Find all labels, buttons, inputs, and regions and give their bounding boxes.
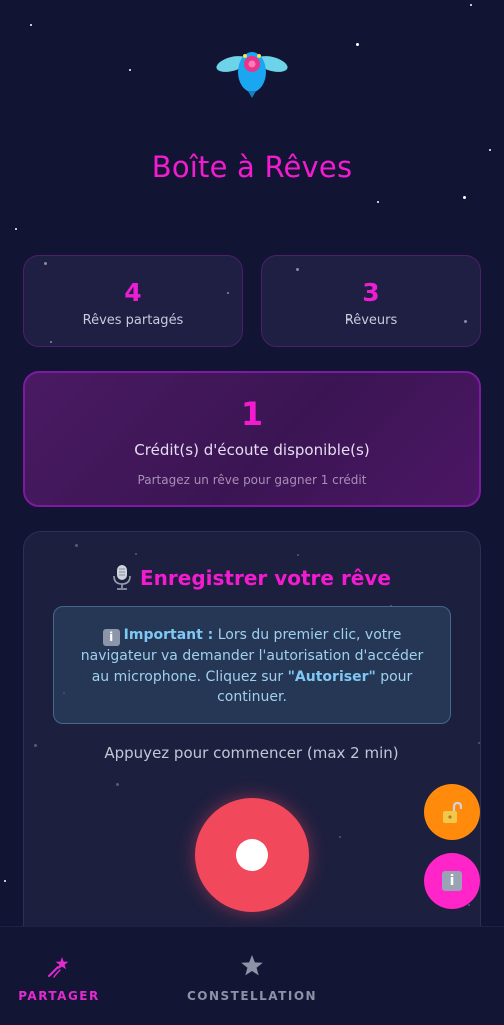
bottom-navigation: PARTAGER CONSTELLATION — [0, 926, 504, 1025]
nav-item-constellation[interactable]: CONSTELLATION — [170, 927, 334, 1025]
info-strong: Important : — [123, 627, 214, 643]
record-button[interactable] — [195, 798, 309, 912]
nav-label: CONSTELLATION — [186, 989, 318, 1003]
page-title: Boîte à Rêves — [151, 150, 353, 184]
credits-value: 1 — [240, 395, 264, 433]
stat-card-dreamers: 3 Rêveurs — [261, 255, 481, 347]
unlocked-padlock-icon — [442, 801, 463, 823]
stat-card-dreams: 4 Rêves partagés — [23, 255, 243, 347]
record-dot-icon — [236, 839, 268, 871]
info-icon: i — [442, 871, 462, 891]
unlock-button[interactable] — [424, 784, 480, 840]
nav-label: PARTAGER — [18, 989, 100, 1003]
info-square-icon: i — [102, 629, 120, 646]
info-quote: "Autoriser" — [287, 668, 376, 685]
shooting-star-icon — [46, 953, 72, 979]
record-title-text: Enregistrer votre rêve — [140, 566, 391, 590]
record-prompt: Appuyez pour commencer (max 2 min) — [104, 744, 399, 762]
credits-card: 1 Crédit(s) d'écoute disponible(s) Parta… — [23, 371, 481, 507]
info-button[interactable]: i — [424, 853, 480, 909]
stat-value: 4 — [124, 278, 142, 307]
record-heading: Enregistrer votre rêve — [24, 564, 479, 590]
nav-item-partager[interactable]: PARTAGER — [0, 927, 118, 1025]
microphone-icon — [112, 564, 132, 590]
credits-hint: Partagez un rêve pour gagner 1 crédit — [137, 473, 367, 487]
microphone-info-box: i Important : Lors du premier clic, votre… — [53, 606, 451, 724]
credits-label: Crédit(s) d'écoute disponible(s) — [134, 441, 370, 459]
stat-label: Rêveurs — [344, 313, 398, 328]
stat-label: Rêves partagés — [82, 313, 184, 328]
star-icon — [239, 953, 265, 979]
stat-value: 3 — [362, 278, 380, 307]
bird-logo-icon — [214, 46, 290, 100]
